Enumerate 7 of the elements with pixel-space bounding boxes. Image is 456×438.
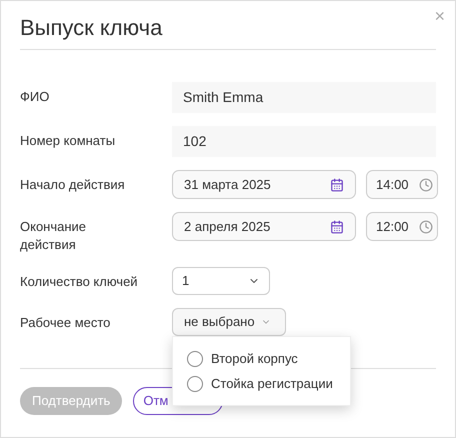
- field-label: Номер комнаты: [20, 132, 116, 150]
- field-label: Начало действия: [20, 176, 126, 194]
- dialog-title: Выпуск ключа: [20, 15, 162, 40]
- field-label: Количество ключей: [20, 273, 138, 291]
- field-label: Окончание действия: [20, 218, 88, 254]
- field-label: ФИО: [20, 88, 50, 106]
- field-label: Рабочее место: [20, 314, 112, 332]
